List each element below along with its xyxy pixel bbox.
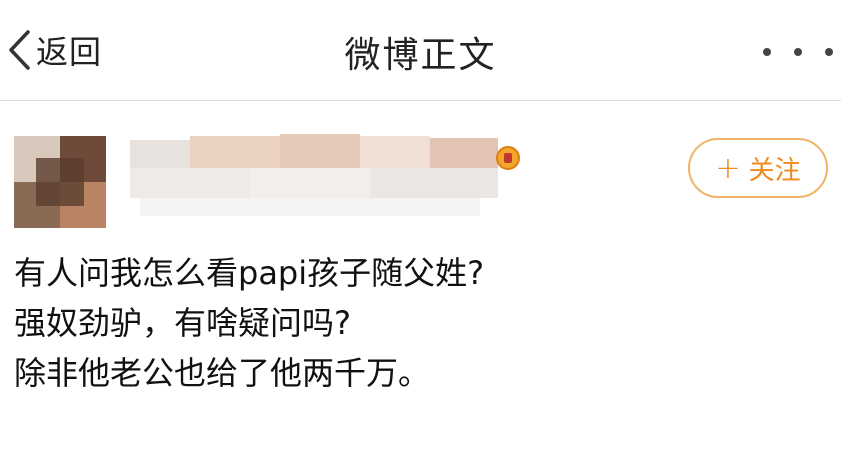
more-dots-icon [763, 48, 771, 56]
post-line: 除非他老公也给了他两千万。 [14, 354, 431, 392]
verified-badge-icon [496, 146, 520, 170]
more-dots-icon [794, 48, 802, 56]
plus-icon: + [715, 150, 741, 186]
post-text: 有人问我怎么看papi孩子随父姓? 强奴劲驴，有啥疑问吗? 除非他老公也给了他两… [14, 248, 824, 398]
post-line: 有人问我怎么看papi孩子随父姓? [14, 254, 485, 292]
post-line: 强奴劲驴，有啥疑问吗? [14, 304, 351, 342]
more-options-button[interactable] [763, 42, 833, 62]
page-title: 微博正文 [344, 35, 497, 76]
more-dots-icon [825, 48, 833, 56]
top-nav-bar: 返回 微博正文 [0, 0, 841, 101]
avatar[interactable] [14, 136, 106, 228]
follow-button[interactable]: + 关注 [688, 138, 828, 198]
author-name-blurred[interactable] [130, 132, 500, 224]
follow-label: 关注 [748, 155, 801, 186]
